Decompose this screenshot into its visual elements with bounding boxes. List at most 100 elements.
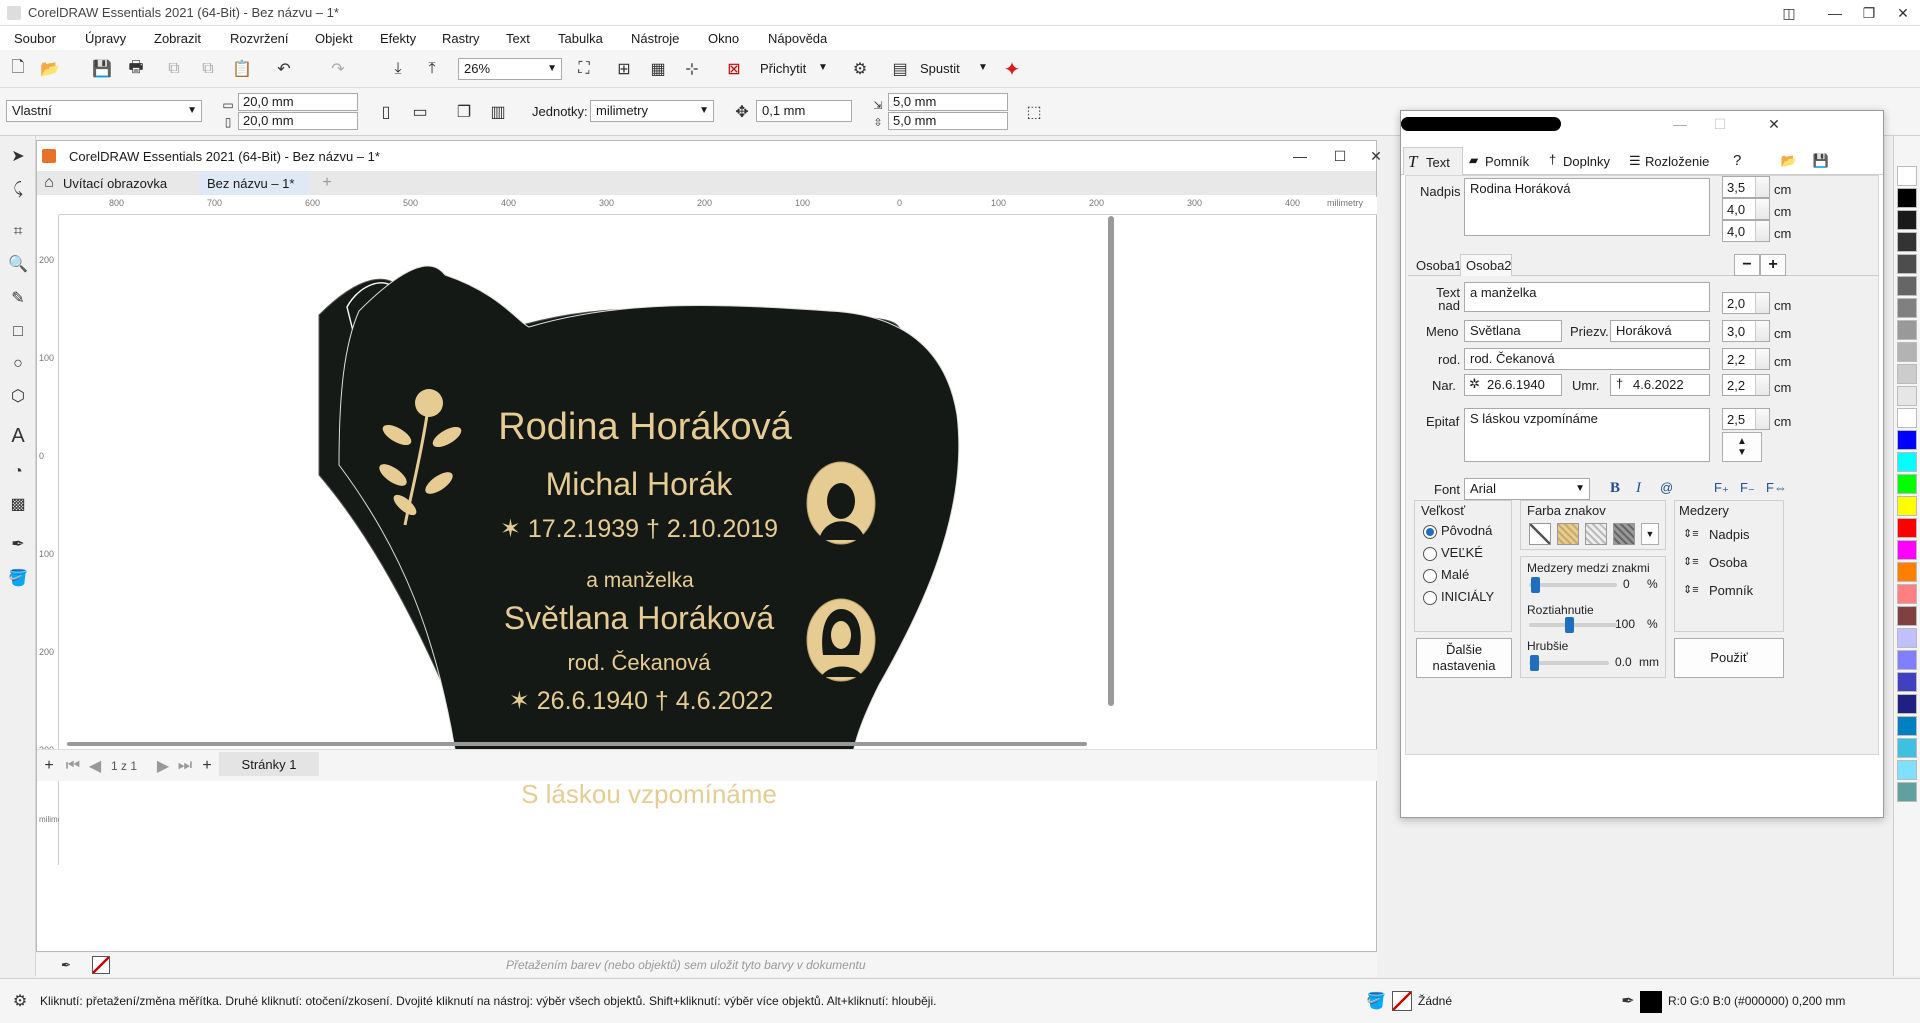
interactive-fill-tool-icon[interactable]: 🪣 bbox=[6, 566, 30, 590]
tab-osoba2-active[interactable]: Osoba2 bbox=[1460, 254, 1512, 276]
weight-track[interactable] bbox=[1529, 661, 1609, 665]
radio-lowercase[interactable] bbox=[1423, 569, 1437, 583]
epitaph-size[interactable]: 2,5 bbox=[1722, 408, 1770, 430]
rulers-icon[interactable]: ⊞ bbox=[612, 57, 636, 81]
palette-swatch[interactable] bbox=[1897, 408, 1917, 428]
surname-input[interactable]: Horáková bbox=[1610, 320, 1710, 342]
rectangle-tool-icon[interactable]: □ bbox=[6, 320, 30, 344]
zoom-fit-icon[interactable]: ⛶ bbox=[572, 57, 596, 81]
palette-swatch[interactable] bbox=[1897, 474, 1917, 494]
copy-icon[interactable]: ⧉ bbox=[196, 57, 220, 81]
zoom-tool-icon[interactable]: 🔍 bbox=[6, 252, 30, 276]
tab-doplnky[interactable]: Doplnky bbox=[1563, 154, 1610, 169]
palette-swatch[interactable] bbox=[1897, 452, 1917, 472]
help-window-icon[interactable]: ◫ bbox=[1766, 0, 1812, 26]
print-icon[interactable]: 🖶 bbox=[124, 57, 148, 81]
palette-swatch[interactable] bbox=[1897, 320, 1917, 340]
heading-size-3[interactable]: 4,0 bbox=[1722, 220, 1770, 242]
palette-swatch[interactable] bbox=[1897, 496, 1917, 516]
last-page-icon[interactable]: ⏭ bbox=[173, 754, 197, 778]
stretch-thumb[interactable] bbox=[1565, 617, 1574, 633]
add-page-before-icon[interactable]: + bbox=[37, 754, 61, 778]
epitaph-move-buttons[interactable]: ▲ ▼ bbox=[1722, 432, 1762, 462]
add-page-after-icon[interactable]: + bbox=[195, 754, 219, 778]
palette-swatch[interactable] bbox=[1897, 562, 1917, 582]
plugin-red-star-icon[interactable]: ✦ bbox=[1000, 57, 1024, 81]
font-fit-icon[interactable]: F⇔ bbox=[1766, 480, 1787, 495]
new-document-icon[interactable]: 🗋 bbox=[6, 57, 30, 81]
dates-size[interactable]: 2,2 bbox=[1722, 374, 1770, 396]
palette-swatch[interactable] bbox=[1897, 606, 1917, 626]
remove-person-button[interactable]: − bbox=[1734, 254, 1760, 276]
plaque-person1-dates[interactable]: ✶ 17.2.1939 † 2.10.2019 bbox=[500, 515, 778, 543]
epitaph-textarea[interactable]: S láskou vzpomínáme bbox=[1464, 408, 1710, 462]
snap-to-dropdown[interactable]: Přichytit bbox=[760, 61, 806, 76]
char-spacing-thumb[interactable] bbox=[1530, 577, 1540, 593]
color-gray-swatch[interactable] bbox=[1613, 523, 1635, 545]
palette-swatch[interactable] bbox=[1897, 430, 1917, 450]
arrow-down-icon[interactable]: ▼ bbox=[1737, 447, 1747, 458]
palette-swatch[interactable] bbox=[1897, 540, 1917, 560]
first-page-icon[interactable]: ⏮ bbox=[61, 754, 85, 778]
char-spacing-track[interactable] bbox=[1529, 583, 1617, 587]
palette-swatch[interactable] bbox=[1897, 276, 1917, 296]
duplicate-y-input[interactable]: 5,0 mm bbox=[888, 112, 1008, 130]
transparency-tool-icon[interactable]: ▩ bbox=[6, 492, 30, 516]
next-page-icon[interactable]: ▶ bbox=[151, 754, 175, 778]
maiden-size[interactable]: 2,2 bbox=[1722, 348, 1770, 370]
ellipse-tool-icon[interactable]: ○ bbox=[6, 352, 30, 376]
redo-icon[interactable]: ↷ bbox=[326, 57, 350, 81]
palette-swatch[interactable] bbox=[1897, 672, 1917, 692]
text-above-size[interactable]: 2,0 bbox=[1722, 292, 1770, 314]
color-silver-swatch[interactable] bbox=[1585, 523, 1607, 545]
death-date-input[interactable]: † 4.6.2022 bbox=[1610, 374, 1710, 396]
palette-swatch[interactable] bbox=[1897, 738, 1917, 758]
palette-swatch[interactable] bbox=[1897, 628, 1917, 648]
color-more-dropdown[interactable]: ▼ bbox=[1641, 523, 1659, 545]
heading-size-2[interactable]: 4,0 bbox=[1722, 198, 1770, 220]
help-tab[interactable]: ? bbox=[1733, 152, 1741, 169]
palette-swatch[interactable] bbox=[1897, 518, 1917, 538]
current-page-icon[interactable]: ▥ bbox=[486, 100, 510, 124]
nudge-distance-input[interactable]: 0,1 mm bbox=[756, 100, 852, 122]
grid-icon[interactable]: ▦ bbox=[646, 57, 670, 81]
text-tool-icon[interactable]: A bbox=[6, 424, 30, 448]
palette-swatch[interactable] bbox=[1897, 650, 1917, 670]
settings-gear-icon[interactable]: ⚙ bbox=[8, 989, 32, 1013]
menu-rastry[interactable]: Rastry bbox=[442, 31, 480, 46]
options-gear-icon[interactable]: ⚙ bbox=[848, 57, 872, 81]
export-icon[interactable]: ⤒ bbox=[420, 57, 444, 81]
plaque-person1-name[interactable]: Michal Horák bbox=[546, 466, 734, 502]
dialog-maximize-button[interactable]: ☐ bbox=[1697, 111, 1743, 137]
palette-swatch[interactable] bbox=[1897, 782, 1917, 802]
tab-welcome-screen[interactable]: Uvítací obrazovka bbox=[63, 176, 167, 191]
bold-button[interactable]: B bbox=[1610, 480, 1620, 497]
doc-close-button[interactable]: ✕ bbox=[1353, 143, 1399, 169]
fill-none-swatch[interactable] bbox=[1392, 991, 1412, 1011]
birth-date-input[interactable]: ✲ 26.6.1940 bbox=[1464, 374, 1562, 396]
maiden-name-input[interactable]: rod. Čekanová bbox=[1464, 348, 1710, 370]
font-select[interactable]: Arial ▼ bbox=[1464, 478, 1590, 500]
duplicate-x-input[interactable]: 5,0 mm bbox=[888, 93, 1008, 111]
name-size[interactable]: 3,0 bbox=[1722, 320, 1770, 342]
tab-rozlozenie[interactable]: Rozloženie bbox=[1645, 154, 1709, 169]
plaque-person2-name[interactable]: Světlana Horáková bbox=[504, 600, 775, 636]
vertical-scrollbar[interactable] bbox=[1108, 216, 1114, 706]
heading-textarea[interactable]: Rodina Horáková bbox=[1464, 178, 1710, 236]
radio-uppercase[interactable] bbox=[1423, 547, 1437, 561]
menu-efekty[interactable]: Efekty bbox=[380, 31, 416, 46]
portrait-icon[interactable]: ▯ bbox=[374, 100, 398, 124]
eyedropper-tool-icon[interactable]: ✒ bbox=[6, 532, 30, 556]
horizontal-scrollbar[interactable] bbox=[67, 742, 1087, 746]
prev-page-icon[interactable]: ◀ bbox=[83, 754, 107, 778]
tab-text-active[interactable]: T Text bbox=[1403, 147, 1463, 175]
first-name-input[interactable]: Světlana bbox=[1464, 320, 1562, 342]
menu-upravy[interactable]: Úpravy bbox=[85, 31, 126, 46]
palette-swatch[interactable] bbox=[1897, 716, 1917, 736]
more-settings-button[interactable]: Ďalšie nastavenia bbox=[1416, 638, 1512, 678]
paste-icon[interactable]: 📋 bbox=[230, 57, 254, 81]
add-tab-icon[interactable]: + bbox=[315, 171, 339, 195]
color-gold-swatch[interactable] bbox=[1557, 523, 1579, 545]
tab-pomnik[interactable]: Pomník bbox=[1485, 154, 1529, 169]
apply-button[interactable]: Použiť bbox=[1674, 638, 1784, 678]
